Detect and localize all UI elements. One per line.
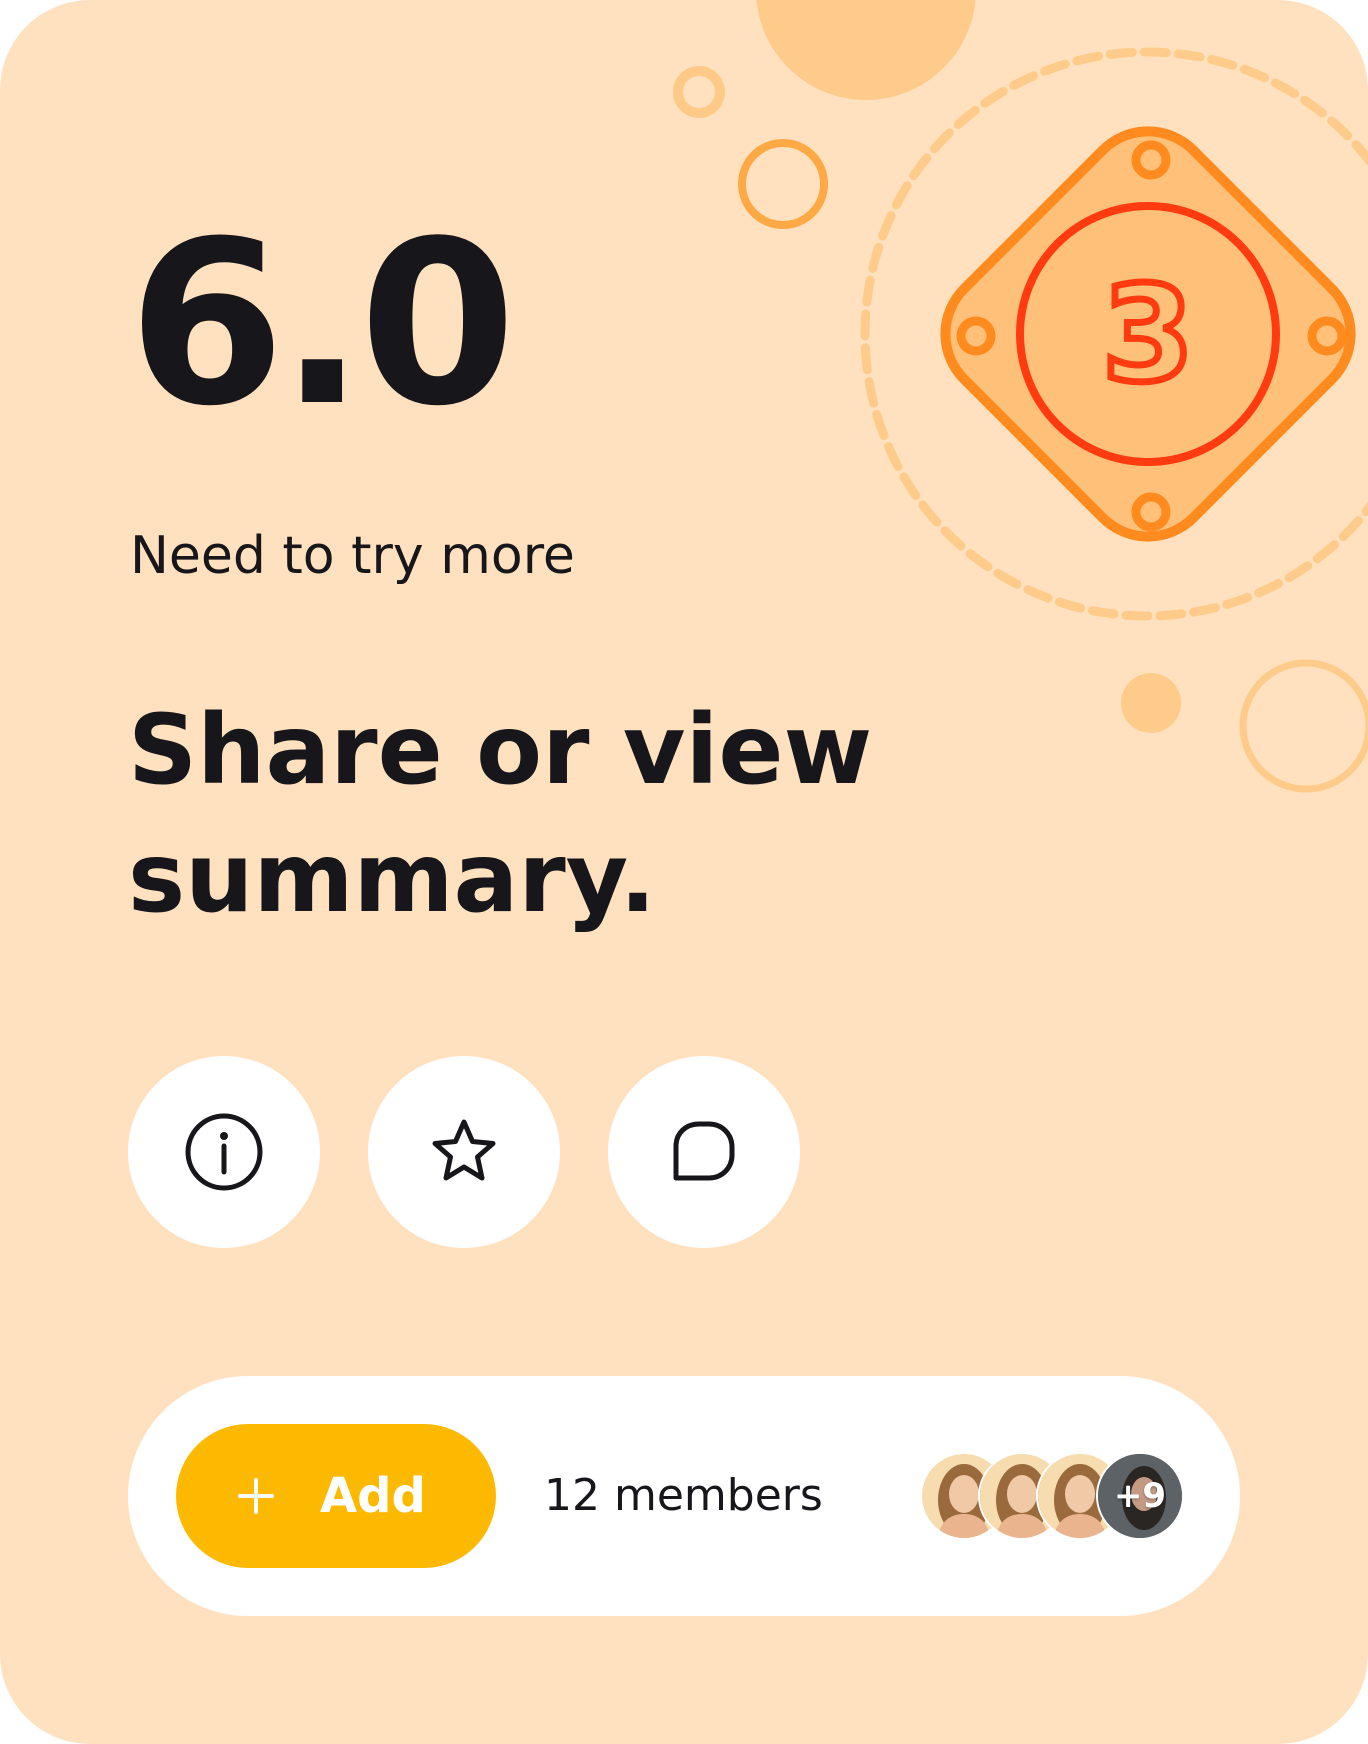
plus-icon bbox=[238, 1478, 274, 1514]
headline: Share or view summary. bbox=[128, 694, 873, 934]
chat-bubble-icon bbox=[673, 1121, 735, 1181]
bubble-shape bbox=[673, 66, 725, 118]
more-members-count: +9 bbox=[1113, 1476, 1167, 1516]
status-text: Need to try more bbox=[130, 526, 575, 586]
score-card: 3 6.0 Need to try more Share or view sum… bbox=[0, 0, 1368, 1744]
members-bar: Add 12 members +9 bbox=[128, 1376, 1240, 1616]
members-count: 12 members bbox=[544, 1470, 823, 1521]
bubble-shape bbox=[756, 0, 976, 100]
bubble-shape bbox=[1239, 659, 1368, 793]
avatar-stack[interactable]: +9 bbox=[920, 1452, 1200, 1540]
add-button-label: Add bbox=[320, 1468, 426, 1524]
comment-button[interactable] bbox=[608, 1056, 800, 1248]
bubble-shape bbox=[1121, 673, 1181, 733]
score-value: 6.0 bbox=[128, 193, 516, 456]
bubble-shape bbox=[738, 139, 828, 229]
info-button[interactable] bbox=[128, 1056, 320, 1248]
favorite-button[interactable] bbox=[368, 1056, 560, 1248]
more-members-avatar: +9 bbox=[1096, 1452, 1184, 1540]
star-icon bbox=[432, 1119, 496, 1181]
add-member-button[interactable]: Add bbox=[176, 1424, 496, 1568]
badge-level-number: 3 bbox=[1102, 258, 1194, 412]
info-icon bbox=[185, 1113, 263, 1191]
